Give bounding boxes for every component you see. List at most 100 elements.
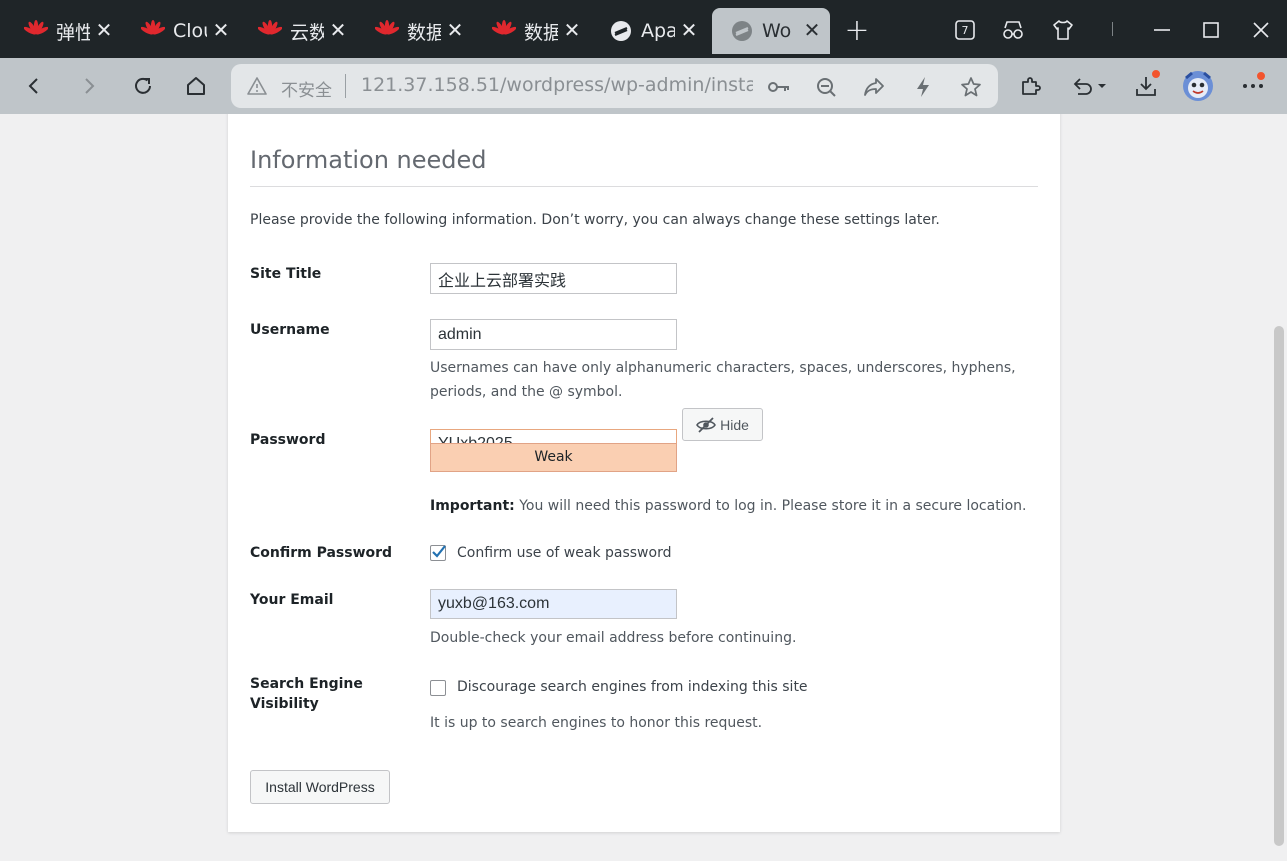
divider <box>1112 22 1113 36</box>
tab-strip: 弹性 ✕ Clou ✕ 云数 ✕ 数据 ✕ 数据 ✕ Apa ✕ Wo ✕ + … <box>0 0 1287 58</box>
extensions-button[interactable] <box>1015 70 1047 102</box>
minimize-icon <box>1154 29 1170 31</box>
new-tab-button[interactable]: + <box>843 16 871 46</box>
hide-password-button[interactable]: Hide <box>682 408 763 441</box>
install-wordpress-button[interactable]: Install WordPress <box>250 770 390 804</box>
divider <box>250 186 1038 187</box>
close-tab-icon[interactable]: ✕ <box>800 18 824 42</box>
browser-tab[interactable]: 弹性 ✕ <box>6 8 122 54</box>
address-bar[interactable]: 不安全 121.37.158.51/wordpress/wp-admin/ins… <box>231 64 998 108</box>
security-status[interactable]: 不安全 <box>281 76 332 101</box>
more-dots-icon <box>1243 84 1263 88</box>
close-tab-icon[interactable]: ✕ <box>677 18 701 42</box>
eye-slash-icon <box>696 416 717 433</box>
forward-button[interactable] <box>73 70 105 102</box>
warning-icon[interactable] <box>247 76 267 96</box>
undo-icon <box>1073 78 1106 95</box>
browser-tab[interactable]: 云数 ✕ <box>240 8 356 54</box>
close-tab-icon[interactable]: ✕ <box>92 18 116 42</box>
huawei-icon <box>141 20 165 35</box>
tab-title: 弹性 <box>56 21 90 44</box>
downloads-button[interactable] <box>1130 68 1162 102</box>
email-help: Double-check your email address before c… <box>430 630 797 646</box>
home-icon <box>187 77 205 95</box>
generic-site-icon <box>611 21 631 41</box>
generic-site-icon <box>732 21 752 41</box>
incognito-button[interactable] <box>997 14 1029 46</box>
page-viewport: Information needed Please provide the fo… <box>0 114 1287 861</box>
maximize-button[interactable] <box>1195 14 1227 46</box>
forward-arrow-icon <box>85 78 95 94</box>
zoom-out-icon[interactable] <box>813 74 839 100</box>
profile-avatar[interactable] <box>1182 70 1214 102</box>
tab-title: 云数 <box>290 21 324 44</box>
browser-tab-active[interactable]: Wo ✕ <box>712 8 830 54</box>
browser-tab[interactable]: 数据 ✕ <box>357 8 473 54</box>
reload-button[interactable] <box>127 70 159 102</box>
checkmark-icon <box>432 545 446 558</box>
browser-tab[interactable]: Clou ✕ <box>123 8 239 54</box>
home-button[interactable] <box>180 70 212 102</box>
url-text[interactable]: 121.37.158.51/wordpress/wp-admin/install… <box>361 74 753 96</box>
discourage-search-checkbox[interactable] <box>430 680 446 696</box>
close-window-button[interactable] <box>1245 14 1277 46</box>
tab-count-button[interactable]: 7 <box>949 14 981 46</box>
reload-icon <box>135 77 151 94</box>
password-label: Password <box>250 432 326 448</box>
close-tab-icon[interactable]: ✕ <box>443 18 467 42</box>
avatar <box>1183 71 1213 101</box>
hide-button-label: Hide <box>720 416 749 433</box>
confirm-password-label: Confirm Password <box>250 545 393 561</box>
install-form-card: Information needed Please provide the fo… <box>228 114 1060 832</box>
back-button[interactable] <box>18 70 50 102</box>
close-tab-icon[interactable]: ✕ <box>209 18 233 42</box>
confirm-weak-password-checkbox[interactable] <box>430 545 446 561</box>
close-icon <box>1253 22 1269 38</box>
page-title: Information needed <box>250 146 487 174</box>
password-important-note: Important: You will need this password t… <box>430 494 1026 518</box>
close-tab-icon[interactable]: ✕ <box>326 18 350 42</box>
glasses-icon <box>1003 21 1023 39</box>
search-visibility-label-line1: Search Engine <box>250 676 363 692</box>
close-tab-icon[interactable]: ✕ <box>560 18 584 42</box>
back-arrow-icon <box>28 78 38 94</box>
site-title-input[interactable] <box>430 263 677 294</box>
maximize-icon <box>1203 22 1219 38</box>
username-help-line1: Usernames can have only alphanumeric cha… <box>430 360 1016 376</box>
username-label: Username <box>250 322 330 338</box>
intro-text: Please provide the following information… <box>250 212 940 228</box>
username-help-line2: periods, and the @ symbol. <box>430 384 623 400</box>
password-key-icon[interactable] <box>766 74 792 100</box>
tab-title: Apa <box>641 20 675 42</box>
important-text: You will need this password to log in. P… <box>514 498 1027 514</box>
tab-title: Wo <box>762 20 792 42</box>
divider <box>345 74 346 98</box>
discourage-search-label[interactable]: Discourage search engines from indexing … <box>457 679 808 695</box>
scrollbar[interactable] <box>1271 114 1287 861</box>
huawei-icon <box>492 20 516 35</box>
bookmark-star-icon[interactable] <box>958 74 984 100</box>
username-input[interactable] <box>430 319 677 350</box>
menu-button[interactable] <box>1237 70 1269 102</box>
confirm-weak-password-label[interactable]: Confirm use of weak password <box>457 545 671 561</box>
search-visibility-label-line2: Visibility <box>250 696 319 712</box>
shirt-icon <box>1053 20 1073 40</box>
search-visibility-help: It is up to search engines to honor this… <box>430 715 763 731</box>
site-title-label: Site Title <box>250 266 322 282</box>
skin-button[interactable] <box>1047 14 1079 46</box>
undo-close-button[interactable] <box>1068 70 1112 102</box>
minimize-button[interactable] <box>1146 14 1178 46</box>
browser-tab[interactable]: Apa ✕ <box>591 8 707 54</box>
scrollbar-thumb[interactable] <box>1274 326 1284 846</box>
browser-tab[interactable]: 数据 ✕ <box>474 8 590 54</box>
tab-title: Clou <box>173 20 207 42</box>
email-input[interactable] <box>430 589 677 619</box>
notification-dot <box>1150 68 1162 80</box>
huawei-icon <box>375 20 399 35</box>
notification-dot <box>1255 70 1267 82</box>
lightning-icon[interactable] <box>910 74 936 100</box>
puzzle-icon <box>1022 77 1041 95</box>
share-icon[interactable] <box>861 74 887 100</box>
email-label: Your Email <box>250 592 334 608</box>
password-strength-meter: Weak <box>430 443 677 472</box>
